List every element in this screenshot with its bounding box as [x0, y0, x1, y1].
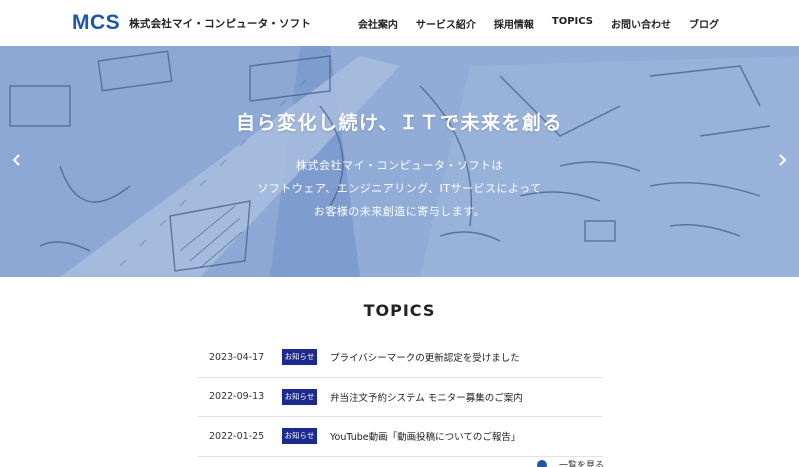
- topic-date: 2023-04-17: [209, 351, 265, 363]
- more-label: 一覧を見る: [559, 461, 605, 467]
- topics-more-link[interactable]: 一覧を見る: [537, 458, 604, 467]
- hero-text-line-1: 株式会社マイ・コンピュータ・ソフトは: [296, 159, 503, 172]
- nav-recruit[interactable]: 採用情報: [494, 16, 534, 31]
- nav-topics[interactable]: TOPICS: [552, 16, 593, 31]
- topics-list: 2023-04-17 お知らせ プライバシーマークの更新認定を受けました 202…: [197, 338, 603, 457]
- topic-date: 2022-09-13: [209, 391, 265, 403]
- site-header: MCS 株式会社マイ・コンピュータ・ソフト 会社案内 サービス紹介 採用情報 T…: [0, 0, 799, 46]
- site-logo[interactable]: MCS 株式会社マイ・コンピュータ・ソフト: [72, 12, 311, 34]
- nav-company[interactable]: 会社案内: [358, 16, 398, 31]
- arrow-circle-icon: [537, 459, 547, 467]
- slider-next-button[interactable]: [774, 150, 790, 170]
- logo-mark: MCS: [72, 11, 121, 34]
- nav-blog[interactable]: ブログ: [689, 16, 719, 31]
- main-nav: 会社案内 サービス紹介 採用情報 TOPICS お問い合わせ ブログ: [358, 16, 719, 31]
- topics-heading: TOPICS: [363, 301, 436, 320]
- slider-prev-button[interactable]: [9, 150, 25, 170]
- topic-row[interactable]: 2022-09-13 お知らせ 弁当注文予約システム モニター募集のご案内: [197, 378, 603, 417]
- topic-badge: お知らせ: [282, 388, 317, 405]
- hero-text-line-3: お客様の未来創造に寄与します。: [313, 205, 486, 218]
- topic-badge: お知らせ: [282, 349, 317, 366]
- topic-title[interactable]: 弁当注文予約システム モニター募集のご案内: [330, 390, 523, 404]
- topic-title[interactable]: プライバシーマークの更新認定を受けました: [330, 350, 520, 364]
- topic-row[interactable]: 2023-04-17 お知らせ プライバシーマークの更新認定を受けました: [197, 338, 603, 378]
- company-name: 株式会社マイ・コンピュータ・ソフト: [129, 17, 312, 30]
- topic-row[interactable]: 2022-01-25 お知らせ YouTube動画「動画投稿についてのご報告」: [197, 417, 603, 457]
- topic-badge: お知らせ: [282, 428, 317, 445]
- hero-text-line-2: ソフトウェア、エンジニアリング、ITサービスによって: [257, 182, 542, 195]
- chevron-left-icon: [12, 154, 20, 166]
- hero-title: 自ら変化し続け、ＩＴで未来を創る: [235, 112, 564, 134]
- nav-contact[interactable]: お問い合わせ: [611, 16, 671, 31]
- topic-title[interactable]: YouTube動画「動画投稿についてのご報告」: [330, 429, 520, 443]
- nav-services[interactable]: サービス紹介: [416, 16, 476, 31]
- hero-slider: 自ら変化し続け、ＩＴで未来を創る 株式会社マイ・コンピュータ・ソフトは ソフトウ…: [0, 46, 799, 277]
- chevron-right-icon: [779, 154, 787, 166]
- topic-date: 2022-01-25: [209, 430, 265, 442]
